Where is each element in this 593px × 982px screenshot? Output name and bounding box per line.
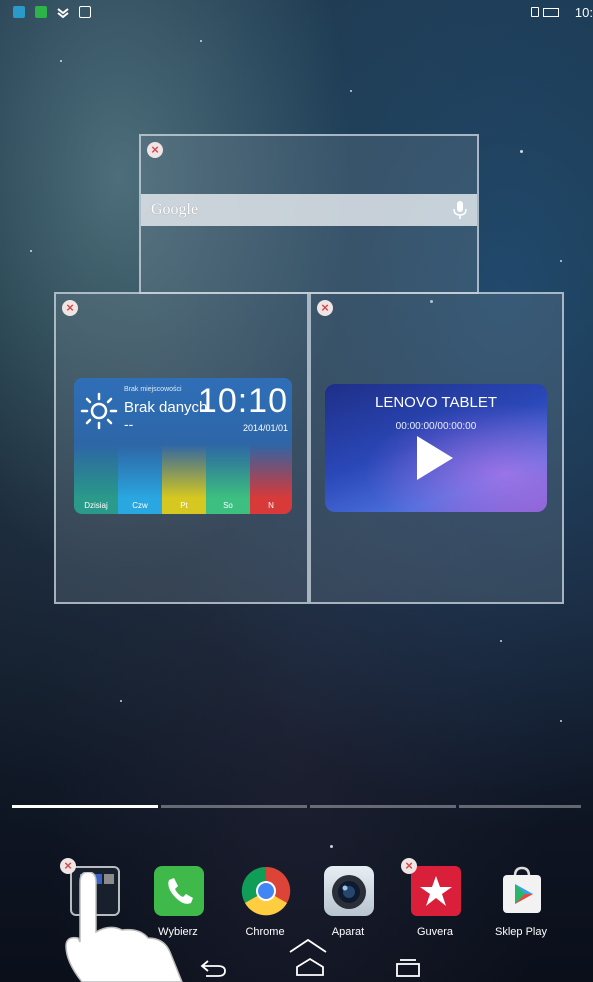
forecast-day: Dzisiaj — [74, 498, 118, 514]
star — [30, 250, 32, 252]
signal-icon — [57, 6, 69, 19]
page-indicator — [161, 805, 307, 808]
guvera-icon[interactable] — [411, 866, 461, 916]
close-icon[interactable]: × — [401, 858, 417, 874]
home-screen: 10: × Google × Brak miejscowości Brak da… — [0, 0, 593, 982]
close-icon[interactable]: × — [147, 142, 163, 158]
page-indicator — [310, 805, 456, 808]
recent-apps-icon[interactable] — [393, 957, 423, 977]
star — [560, 720, 562, 722]
google-search-bar[interactable]: Google — [141, 194, 477, 226]
usb-icon — [13, 6, 25, 18]
forecast-day: So — [206, 498, 250, 514]
back-icon[interactable] — [198, 957, 228, 977]
dock-label: Guvera — [416, 926, 454, 938]
close-icon[interactable]: × — [62, 300, 78, 316]
dock-label: Chrome — [245, 926, 285, 938]
status-time: 10: — [574, 5, 593, 20]
video-title: LENOVO TABLET — [375, 394, 497, 411]
page-indicator — [459, 805, 581, 808]
star — [120, 700, 122, 702]
chrome-icon[interactable] — [241, 866, 291, 916]
forecast-bar — [250, 444, 292, 498]
play-icon[interactable] — [417, 436, 453, 480]
weather-widget[interactable]: Brak miejscowości Brak danych -- 10:10 2… — [74, 378, 292, 514]
star — [200, 40, 202, 42]
weather-location: Brak miejscowości — [124, 386, 182, 393]
dock-label: Aparat — [331, 926, 365, 938]
forecast-day: Pt — [162, 498, 206, 514]
close-icon[interactable]: × — [317, 300, 333, 316]
star — [520, 150, 523, 153]
forecast-bar — [118, 444, 162, 498]
microphone-icon[interactable] — [453, 201, 467, 219]
forecast-bar — [162, 444, 206, 498]
battery-icon — [543, 8, 559, 17]
weather-widget-panel[interactable]: × Brak miejscowości Brak danych -- 10:10… — [54, 292, 309, 604]
sun-icon — [80, 392, 118, 430]
google-logo: Google — [151, 201, 199, 218]
up-chevron-icon[interactable] — [288, 938, 328, 954]
play-store-icon[interactable] — [497, 866, 547, 916]
video-widget-panel[interactable]: × LENOVO TABLET 00:00:00/00:00:00 — [309, 292, 564, 604]
image-icon — [79, 6, 91, 18]
sim-icon — [531, 7, 539, 17]
forecast-bar — [206, 444, 250, 498]
star — [350, 90, 352, 92]
weather-date: 2014/01/01 — [242, 423, 288, 433]
weather-temperature: -- — [124, 416, 134, 432]
weather-status: Brak danych — [124, 399, 208, 416]
video-widget[interactable]: LENOVO TABLET 00:00:00/00:00:00 — [325, 384, 547, 512]
status-bar: 10: — [0, 0, 593, 24]
video-time: 00:00:00/00:00:00 — [395, 421, 477, 432]
star — [60, 60, 62, 62]
star — [330, 845, 333, 848]
home-icon[interactable] — [295, 957, 325, 977]
forecast-day: N — [250, 498, 292, 514]
star — [560, 260, 562, 262]
star — [500, 640, 502, 642]
forecast-bar — [74, 444, 118, 498]
weather-clock: 10:10 — [197, 382, 288, 420]
camera-icon[interactable] — [324, 866, 374, 916]
page-indicator-active — [12, 805, 158, 808]
dock-label: Sklep Play — [495, 926, 547, 938]
google-widget-panel[interactable]: × Google — [139, 134, 479, 294]
download-icon — [35, 6, 47, 18]
forecast-day: Czw — [118, 498, 162, 514]
hand-pointer-icon — [65, 872, 183, 982]
